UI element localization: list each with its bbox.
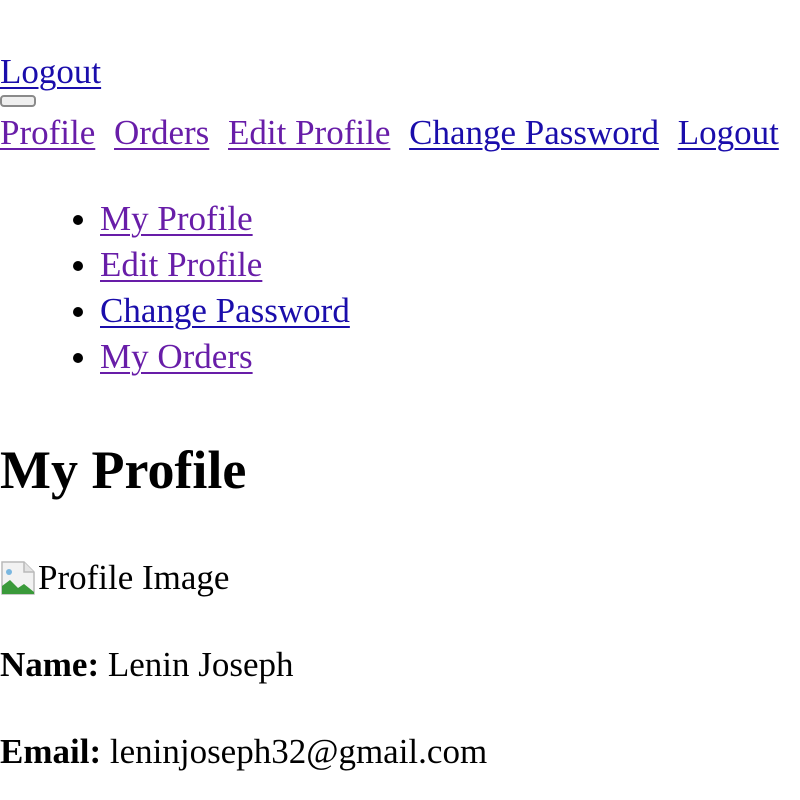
sidebar-item-change-password[interactable]: Change Password bbox=[100, 291, 350, 330]
sidebar-item-my-profile[interactable]: My Profile bbox=[100, 199, 253, 238]
sidebar-item: My Profile bbox=[100, 196, 350, 242]
nav-item-change-password[interactable]: Change Password bbox=[409, 113, 659, 152]
profile-image: Profile Image bbox=[0, 556, 229, 600]
sidebar-item: Edit Profile bbox=[100, 242, 350, 288]
nav-item-edit-profile[interactable]: Edit Profile bbox=[228, 113, 390, 152]
menu-toggle-button[interactable] bbox=[0, 95, 36, 107]
profile-image-alt-text: Profile Image bbox=[38, 558, 230, 597]
email-label: Email: bbox=[0, 732, 102, 771]
sidebar-menu: My Profile Edit Profile Change Password … bbox=[0, 196, 350, 380]
header: Logout bbox=[0, 50, 101, 94]
sidebar-item-my-orders[interactable]: My Orders bbox=[100, 337, 253, 376]
name-label: Name: bbox=[0, 645, 100, 684]
sidebar-item: Change Password bbox=[100, 288, 350, 334]
sidebar-item: My Orders bbox=[100, 334, 350, 380]
broken-image-icon bbox=[0, 558, 38, 598]
page-title: My Profile bbox=[0, 440, 247, 500]
email-row: Email: leninjoseph32@gmail.com bbox=[0, 730, 487, 774]
name-value: Lenin Joseph bbox=[107, 645, 294, 684]
nav-item-orders[interactable]: Orders bbox=[114, 113, 209, 152]
nav-item-logout[interactable]: Logout bbox=[678, 113, 779, 152]
nav-item-profile[interactable]: Profile bbox=[0, 113, 95, 152]
sidebar-item-edit-profile[interactable]: Edit Profile bbox=[100, 245, 262, 284]
email-value: leninjoseph32@gmail.com bbox=[109, 732, 488, 771]
logout-link[interactable]: Logout bbox=[0, 52, 101, 91]
name-row: Name: Lenin Joseph bbox=[0, 643, 294, 687]
top-nav: Profile Orders Edit Profile Change Passw… bbox=[0, 111, 789, 155]
